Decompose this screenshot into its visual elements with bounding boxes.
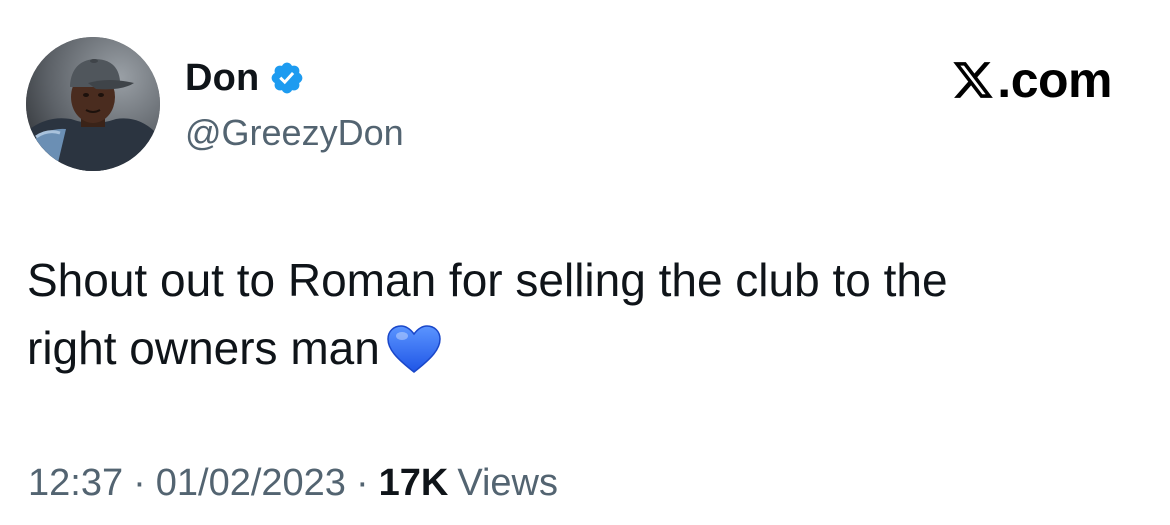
tweet-body: Shout out to Roman for selling the club …	[27, 246, 1137, 382]
meta-separator: ·	[133, 462, 146, 504]
tweet-line-1: Shout out to Roman for selling the club …	[27, 254, 948, 306]
avatar[interactable]	[26, 37, 160, 171]
meta-separator: ·	[355, 462, 369, 504]
views-count[interactable]: 17K	[379, 462, 449, 505]
display-name[interactable]: Don	[185, 57, 259, 100]
brand-watermark: .com	[950, 52, 1112, 108]
tweet-line-2: right owners man	[27, 314, 1137, 382]
tweet-line-2-text: right owners man	[27, 322, 380, 374]
author-name-row: Don	[185, 56, 305, 100]
blue-heart-icon	[386, 324, 442, 374]
views-label: Views	[457, 462, 558, 504]
tweet-time[interactable]: 12:37	[28, 462, 123, 505]
author-handle[interactable]: @GreezyDon	[185, 112, 404, 154]
tweet-card: Don @GreezyDon .com Shout out to Roman f…	[0, 0, 1170, 525]
tweet-meta: 12:37 · 01/02/2023 · 17K Views	[28, 462, 558, 505]
brand-text: .com	[997, 52, 1112, 108]
verified-badge-icon	[269, 60, 305, 96]
tweet-date[interactable]: 01/02/2023	[156, 462, 346, 505]
profile-photo-icon	[26, 37, 160, 171]
x-logo-icon	[950, 58, 996, 102]
